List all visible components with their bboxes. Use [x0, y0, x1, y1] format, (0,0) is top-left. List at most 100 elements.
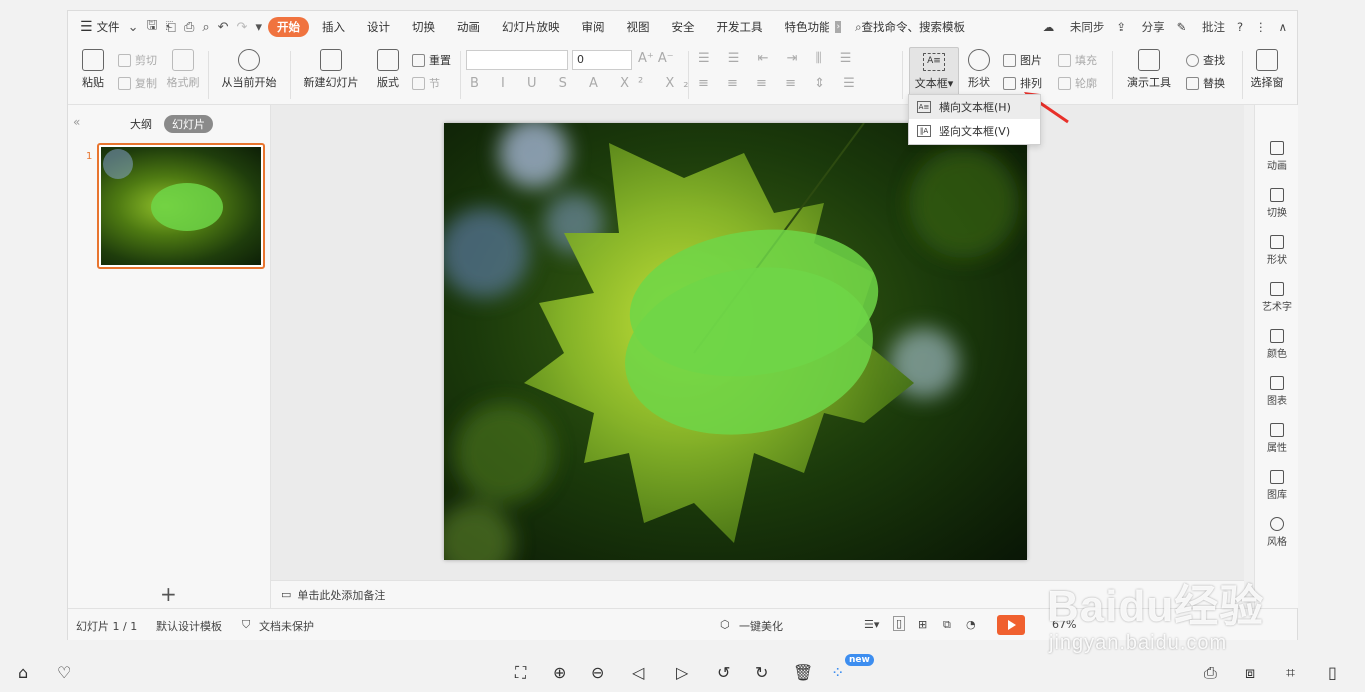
notes-area[interactable]: ▭ 单击此处添加备注 — [271, 580, 1244, 608]
rotate-right-icon[interactable]: ↻ — [755, 663, 768, 682]
add-slide-icon[interactable]: + — [160, 582, 177, 606]
tab-outline[interactable]: 大纲 — [122, 115, 160, 133]
tab-transition[interactable]: 切换 — [403, 17, 444, 37]
beautify-button[interactable]: 一键美化 — [739, 618, 783, 634]
customize-toolbar-icon[interactable]: ▾ — [255, 20, 262, 35]
tab-security[interactable]: 安全 — [662, 17, 703, 37]
replace-button[interactable]: 替换 — [1186, 75, 1225, 91]
print-icon[interactable]: ⎙ — [184, 20, 194, 35]
slide[interactable] — [444, 123, 1027, 560]
sync-status[interactable]: ☁ 未同步 — [1043, 19, 1105, 35]
zoom-out-icon[interactable]: ⊖ — [591, 663, 604, 682]
notes-placeholder: 单击此处添加备注 — [297, 588, 386, 602]
cut-button[interactable]: 剪切 — [118, 52, 157, 68]
increase-font-icon[interactable]: A⁺ A⁻ — [638, 51, 674, 66]
crop-icon[interactable]: ⧈ — [1245, 663, 1255, 683]
selection-pane-button[interactable]: 选择窗 — [1248, 49, 1286, 90]
more-options-icon[interactable]: ⋮ — [1255, 20, 1267, 34]
tab-developer[interactable]: 开发工具 — [707, 17, 771, 37]
textbox-button[interactable]: A≡ 文本框▾ — [909, 47, 959, 100]
font-format-buttons[interactable]: B I U S A X² X₂ — [470, 76, 697, 91]
tab-review[interactable]: 审阅 — [572, 17, 613, 37]
ribbon-divider — [460, 51, 461, 99]
tab-view[interactable]: 视图 — [617, 17, 658, 37]
export-icon[interactable]: ⎗ — [166, 20, 176, 35]
font-family-select[interactable] — [466, 50, 568, 70]
comment-button[interactable]: ✎ 批注 — [1177, 19, 1225, 35]
collapse-panel-icon[interactable]: « — [73, 115, 80, 129]
horizontal-textbox-item[interactable]: A≡ 横向文本框(H) — [909, 95, 1040, 119]
sidebar-color[interactable]: 颜色 — [1255, 329, 1299, 360]
sidebar-transition[interactable]: 切换 — [1255, 188, 1299, 219]
new-badge: new — [845, 654, 874, 666]
tab-animation[interactable]: 动画 — [448, 17, 489, 37]
template-name[interactable]: 默认设计模板 — [156, 618, 222, 634]
scan-icon[interactable]: ⌗ — [1286, 663, 1295, 683]
paragraph-list-buttons[interactable]: ☰ ☰ ⇤ ⇥ ⫼ ☰ — [698, 51, 858, 66]
tab-home[interactable]: 开始 — [267, 17, 309, 37]
present-tools-button[interactable]: 演示工具 — [1120, 49, 1178, 90]
file-menu[interactable]: 文件 — [97, 19, 120, 35]
paste-button[interactable]: 粘贴 — [76, 49, 110, 90]
tab-insert[interactable]: 插入 — [313, 17, 354, 37]
print-preview-icon[interactable]: ⌕ — [202, 20, 209, 35]
play-slideshow-button[interactable] — [997, 615, 1025, 635]
undo-icon[interactable]: ↶ — [218, 20, 229, 35]
delete-icon[interactable]: 🗑 — [793, 663, 813, 682]
copy-button[interactable]: 复制 — [118, 75, 157, 91]
sidebar-properties[interactable]: 属性 — [1255, 423, 1299, 454]
vertical-textbox-item[interactable]: ‖A 竖向文本框(V) — [909, 119, 1040, 143]
rotate-left-icon[interactable]: ↺ — [717, 663, 730, 682]
apps-icon[interactable]: ⁘ — [831, 663, 844, 682]
tab-features[interactable]: 特色功能 — [775, 17, 829, 37]
gallery-icon — [1270, 470, 1284, 484]
redo-icon[interactable]: ↷ — [237, 20, 248, 35]
sidebar-shape[interactable]: 形状 — [1255, 235, 1299, 266]
heart-icon[interactable]: ♡ — [57, 663, 71, 682]
more-tabs-icon[interactable]: › — [835, 21, 842, 33]
hamburger-menu-icon[interactable]: ☰ — [80, 19, 93, 35]
fill-button[interactable]: 填充 — [1058, 52, 1097, 68]
slide-thumbnail[interactable] — [97, 143, 265, 269]
command-search[interactable]: 查找命令、搜索模板 — [862, 19, 966, 35]
sidebar-animation[interactable]: 动画 — [1255, 141, 1299, 172]
next-icon[interactable]: ▷ — [676, 663, 688, 682]
tab-slides[interactable]: 幻灯片 — [164, 115, 213, 133]
help-icon[interactable]: ? — [1237, 20, 1243, 34]
play-from-current-button[interactable]: 从当前开始 — [216, 49, 282, 90]
reset-button[interactable]: 重置 — [412, 52, 451, 68]
sidebar-style[interactable]: 风格 — [1255, 517, 1299, 548]
reading-view-icon[interactable]: ⧉ — [943, 618, 951, 632]
zoom-in-icon[interactable]: ⊕ — [553, 663, 566, 682]
fit-screen-icon[interactable]: ⛶ — [515, 663, 526, 683]
normal-view-icon[interactable]: ▯ — [893, 616, 906, 631]
sidebar-chart[interactable]: 图表 — [1255, 376, 1299, 407]
shape-button[interactable]: 形状 — [962, 49, 996, 90]
print-icon[interactable]: ⎙ — [1204, 663, 1217, 683]
font-size-select[interactable]: 0 — [572, 50, 632, 70]
vertical-scrollbar[interactable] — [1244, 105, 1254, 608]
section-button[interactable]: 节 — [412, 75, 440, 91]
tab-design[interactable]: 设计 — [358, 17, 399, 37]
collapse-ribbon-icon[interactable]: ∧ — [1279, 20, 1287, 34]
paragraph-align-buttons[interactable]: ≡ ≡ ≡ ≡ ⇕ ☰ — [698, 76, 862, 91]
chevron-down-icon[interactable]: ⌄ — [128, 20, 139, 35]
slide-sorter-icon[interactable]: ⊞ — [918, 618, 927, 631]
save-icon[interactable]: 🖫 — [146, 16, 157, 38]
sidebar-wordart[interactable]: 艺术字 — [1255, 282, 1299, 313]
sidebar-gallery[interactable]: 图库 — [1255, 470, 1299, 501]
previous-icon[interactable]: ◁ — [632, 663, 644, 682]
folder-icon[interactable]: ⌂ — [18, 663, 28, 682]
tab-slideshow[interactable]: 幻灯片放映 — [493, 17, 569, 37]
zoom-level[interactable]: 67% — [1052, 618, 1076, 631]
format-painter-button[interactable]: 格式刷 — [165, 49, 201, 90]
document-icon[interactable]: ▯ — [1328, 663, 1337, 682]
share-button[interactable]: ⇪ 分享 — [1116, 19, 1164, 35]
notes-toggle-icon[interactable]: ☰▾ — [864, 618, 879, 631]
layout-button[interactable]: 版式 — [371, 49, 405, 90]
picture-button[interactable]: 图片 — [1003, 52, 1042, 68]
presenter-icon[interactable]: ◔ — [966, 618, 976, 631]
find-button[interactable]: 查找 — [1186, 52, 1225, 68]
new-slide-button[interactable]: 新建幻灯片 — [298, 49, 364, 90]
protection-status[interactable]: 文档未保护 — [259, 618, 314, 634]
